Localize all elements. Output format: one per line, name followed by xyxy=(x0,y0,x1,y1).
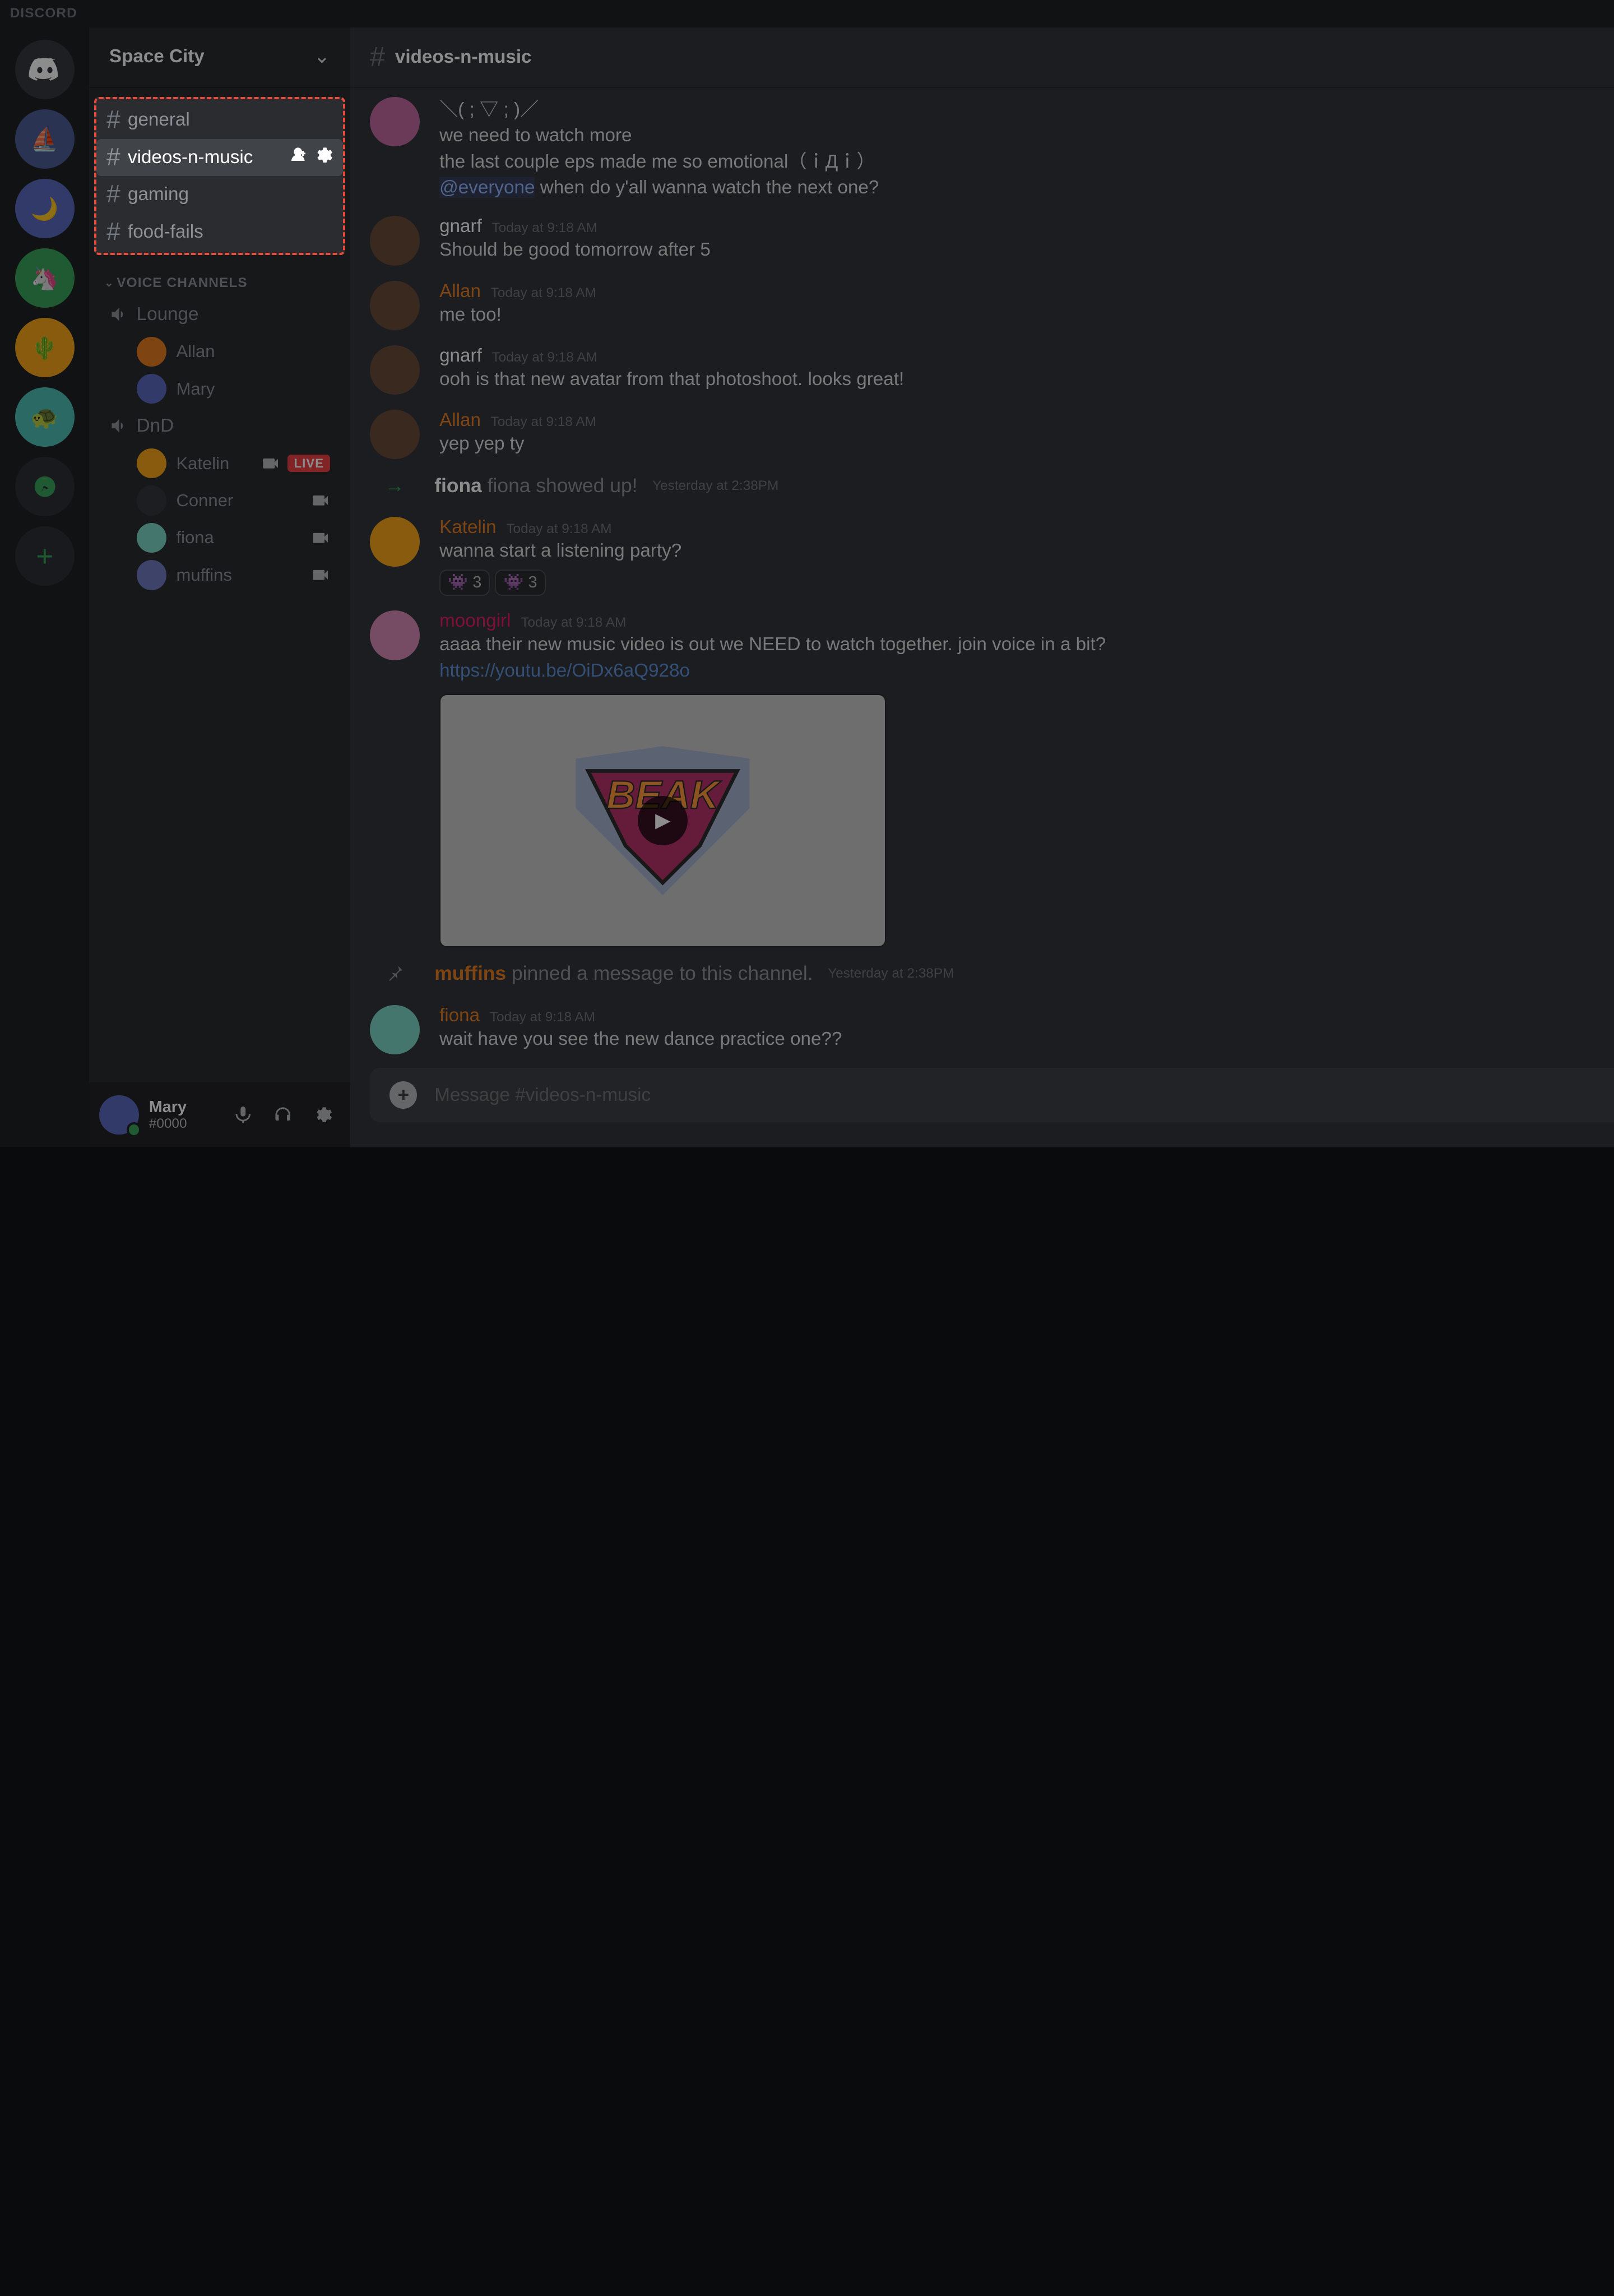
channel-food-fails[interactable]: #food-fails xyxy=(96,213,342,250)
voice-channel[interactable]: Lounge xyxy=(99,296,340,333)
voice-member[interactable]: Allan xyxy=(99,333,340,370)
server-icon[interactable]: 🌵 xyxy=(15,318,75,377)
message: gnarfToday at 9:18 AMShould be good tomo… xyxy=(370,206,1614,271)
avatar[interactable] xyxy=(370,517,420,567)
composer[interactable]: + GIF xyxy=(370,1068,1614,1122)
gear-icon[interactable] xyxy=(313,145,333,170)
user-avatar[interactable] xyxy=(99,1095,139,1135)
chat-header: #videos-n-music 🔍 xyxy=(350,27,1614,87)
app-title: DISCORD xyxy=(10,6,77,21)
message: KatelinToday at 9:18 AMwanna start a lis… xyxy=(370,507,1614,601)
message-input[interactable] xyxy=(434,1085,1614,1106)
server-header[interactable]: Space City ⌄ xyxy=(89,27,350,87)
channel-videos-n-music[interactable]: #videos-n-music xyxy=(96,139,342,176)
invite-icon[interactable] xyxy=(288,145,308,170)
system-message: muffins pinned a message to this channel… xyxy=(370,952,1614,995)
speaker-icon xyxy=(109,304,129,324)
server-icon[interactable]: 🐢 xyxy=(15,387,75,447)
deafen-button[interactable] xyxy=(266,1098,300,1132)
chevron-down-icon: ⌄ xyxy=(313,45,330,68)
avatar[interactable] xyxy=(370,410,420,460)
video-embed[interactable]: BEAK▶ xyxy=(439,694,886,947)
explore-button[interactable] xyxy=(15,457,75,516)
message: AllanToday at 9:18 AMme too! xyxy=(370,271,1614,335)
message: ＼( ; ▽ ; )／we need to watch morethe last… xyxy=(370,87,1614,206)
message: moongirlToday at 9:18 AMaaaa their new m… xyxy=(370,601,1614,952)
hash-icon: # xyxy=(106,218,120,246)
message: fionaToday at 9:18 AMwait have you see t… xyxy=(370,995,1614,1059)
message: gnarfToday at 9:18 AMooh is that new ava… xyxy=(370,335,1614,400)
voice-member[interactable]: fiona xyxy=(99,519,340,556)
hash-icon: # xyxy=(106,180,120,209)
hash-icon: # xyxy=(106,144,120,172)
voice-member[interactable]: KatelinLIVE xyxy=(99,445,340,482)
channel-gaming[interactable]: #gaming xyxy=(96,176,342,213)
titlebar: DISCORD — ☐ ✕ xyxy=(0,0,1614,27)
voice-channel[interactable]: DnD xyxy=(99,408,340,445)
avatar[interactable] xyxy=(370,610,420,660)
highlight-annotation: #general #videos-n-music #gaming #food-f… xyxy=(94,97,345,256)
avatar[interactable] xyxy=(370,281,420,331)
attach-button[interactable]: + xyxy=(389,1081,417,1109)
mute-button[interactable] xyxy=(226,1098,261,1132)
hash-icon: # xyxy=(106,106,120,134)
voice-member[interactable]: muffins xyxy=(99,557,340,594)
user-tag: #0000 xyxy=(149,1117,216,1132)
channel-general[interactable]: #general xyxy=(96,101,342,138)
add-server-button[interactable]: + xyxy=(15,526,75,586)
channel-title: videos-n-music xyxy=(395,47,532,68)
server-icon[interactable]: 🌙 xyxy=(15,179,75,238)
server-icon[interactable]: ⛵ xyxy=(15,109,75,169)
play-icon[interactable]: ▶ xyxy=(638,796,688,846)
avatar[interactable] xyxy=(370,1005,420,1055)
server-list: ⛵ 🌙 🦄 🌵 🐢 + xyxy=(0,27,89,1147)
channel-sidebar: Space City ⌄ #general #videos-n-music #g… xyxy=(89,27,350,1147)
reaction[interactable]: 👾 3 xyxy=(439,570,490,596)
status-indicator xyxy=(127,1122,142,1137)
home-button[interactable] xyxy=(15,40,75,99)
message: AllanToday at 9:18 AMyep yep ty xyxy=(370,400,1614,464)
voice-channels-header[interactable]: ⌄ VOICE CHANNELS xyxy=(99,255,340,295)
hash-icon: # xyxy=(370,41,385,73)
server-name: Space City xyxy=(109,46,205,67)
system-message: →fiona fiona showed up! Yesterday at 2:3… xyxy=(370,464,1614,507)
avatar[interactable] xyxy=(370,97,420,147)
user-name: Mary xyxy=(149,1099,216,1117)
user-panel: Mary #0000 xyxy=(89,1082,350,1147)
avatar[interactable] xyxy=(370,216,420,266)
link[interactable]: https://youtu.be/OiDx6aQ928o xyxy=(439,660,690,681)
message-list[interactable]: ＼( ; ▽ ; )／we need to watch morethe last… xyxy=(350,87,1614,1068)
voice-member[interactable]: Mary xyxy=(99,371,340,408)
avatar[interactable] xyxy=(370,345,420,395)
speaker-icon xyxy=(109,416,129,436)
settings-button[interactable] xyxy=(305,1098,340,1132)
voice-member[interactable]: Conner xyxy=(99,482,340,519)
server-icon[interactable]: 🦄 xyxy=(15,248,75,308)
reaction[interactable]: 👾 3 xyxy=(495,570,545,596)
